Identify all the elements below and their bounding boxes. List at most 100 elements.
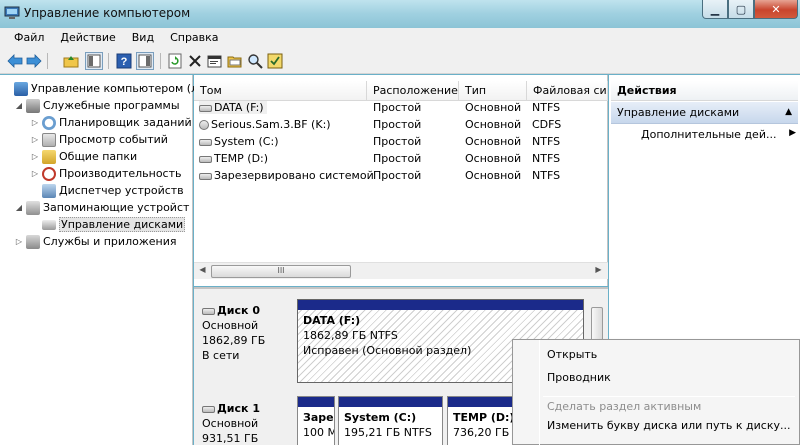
- menu-file[interactable]: Файл: [6, 28, 52, 48]
- close-button[interactable]: ✕: [754, 0, 798, 19]
- tree-node-event-viewer[interactable]: ▷ Просмотр событий: [30, 131, 168, 148]
- collapse-up-icon[interactable]: ▲: [785, 107, 792, 117]
- table-row[interactable]: TEMP (D:) Простой Основной NTFS: [194, 151, 608, 168]
- actions-section-disk-management[interactable]: Управление дисками ▲: [611, 102, 798, 124]
- open-button[interactable]: [226, 52, 244, 70]
- table-row[interactable]: DATA (F:) Простой Основной NTFS: [194, 100, 608, 117]
- menu-help[interactable]: Справка: [162, 28, 226, 48]
- show-hide-actions-button[interactable]: [136, 52, 154, 70]
- forward-button[interactable]: [25, 52, 43, 70]
- volume-list: Том Расположение Тип Файловая сис DATA (…: [194, 75, 608, 286]
- menu-item-change-drive-letter[interactable]: Изменить букву диска или путь к диску...: [547, 419, 790, 432]
- volume-name-cell: System (C:): [199, 135, 279, 148]
- disk-1-name-row: Диск 1: [202, 401, 286, 416]
- title-bar: Управление компьютером ▁ ▢ ✕: [0, 0, 800, 28]
- help-button[interactable]: ?: [115, 52, 133, 70]
- navigation-tree: Управление компьютером (л ◢ Служебные пр…: [0, 75, 198, 445]
- find-button[interactable]: [246, 52, 264, 70]
- tree-node-performance[interactable]: ▷ Производительность: [30, 165, 182, 182]
- toolbar-separator: [160, 53, 161, 69]
- partition-name: System (C:): [344, 411, 417, 424]
- tree-label-services: Службы и приложения: [43, 235, 177, 248]
- svg-text:?: ?: [121, 56, 128, 68]
- scroll-thumb[interactable]: III: [211, 265, 351, 278]
- show-hide-tree-button[interactable]: [85, 52, 103, 70]
- partition-bar: [298, 300, 583, 310]
- partition-reserved[interactable]: Заре 100 М: [297, 396, 335, 445]
- tree-node-device-manager[interactable]: Диспетчер устройств: [30, 182, 184, 199]
- menu-item-open[interactable]: Открыть: [547, 348, 597, 361]
- menu-bar: Файл Действие Вид Справка: [0, 28, 800, 48]
- shared-folder-icon: [42, 149, 56, 164]
- refresh-button[interactable]: [166, 52, 184, 70]
- maximize-button[interactable]: ▢: [728, 0, 754, 19]
- volume-filesystem: NTFS: [532, 152, 561, 165]
- clock-icon: [42, 115, 56, 130]
- computer-management-icon: [14, 81, 28, 96]
- volume-name-cell: TEMP (D:): [199, 152, 268, 165]
- minimize-button[interactable]: ▁: [702, 0, 728, 19]
- cd-drive-icon: [199, 120, 209, 130]
- disk-1-label[interactable]: Диск 1 Основной 931,51 ГБ: [194, 397, 294, 445]
- delete-icon: [189, 55, 201, 67]
- tree-node-disk-management[interactable]: Управление дисками: [30, 216, 186, 233]
- tree-node-root[interactable]: Управление компьютером (л: [2, 80, 198, 97]
- menu-view[interactable]: Вид: [124, 28, 162, 48]
- volume-filesystem: CDFS: [532, 118, 562, 131]
- drive-icon: [199, 155, 212, 163]
- up-level-button[interactable]: [62, 52, 80, 70]
- column-header-filesystem[interactable]: Файловая сис: [527, 81, 608, 101]
- volume-name-cell: DATA (F:): [199, 101, 267, 114]
- volume-type: Основной: [465, 135, 522, 148]
- drive-icon: [199, 172, 212, 180]
- tools-icon: [26, 98, 40, 113]
- partition-name: Заре: [303, 411, 334, 424]
- tree-node-shared-folders[interactable]: ▷ Общие папки: [30, 148, 137, 165]
- properties-button[interactable]: [206, 52, 224, 70]
- volume-type: Основной: [465, 101, 522, 114]
- volume-filesystem: NTFS: [532, 169, 561, 182]
- partition-size: 100 М: [303, 426, 334, 439]
- disk-1-type: Основной: [202, 417, 259, 430]
- column-header-volume[interactable]: Том: [194, 81, 367, 101]
- partition-system[interactable]: System (C:) 195,21 ГБ NTFS: [338, 396, 443, 445]
- tree-label-performance: Производительность: [59, 167, 182, 180]
- table-row[interactable]: Serious.Sam.3.BF (K:) Простой Основной C…: [194, 117, 608, 134]
- delete-button[interactable]: [186, 52, 204, 70]
- collapsed-arrow-icon: ▷: [31, 169, 39, 178]
- table-row[interactable]: Зарезервировано системой Простой Основно…: [194, 168, 608, 185]
- horizontal-scrollbar[interactable]: ◀ III ▶: [194, 262, 608, 279]
- scroll-left-arrow-icon[interactable]: ◀: [195, 265, 210, 278]
- disk-properties-button[interactable]: [266, 52, 284, 70]
- column-header-layout[interactable]: Расположение: [367, 81, 459, 101]
- maximize-icon: ▢: [735, 2, 747, 16]
- menu-action[interactable]: Действие: [52, 28, 123, 48]
- disk-0-size: 1862,89 ГБ: [202, 334, 266, 347]
- disk-0-label[interactable]: Диск 0 Основной 1862,89 ГБ В сети: [194, 299, 294, 379]
- disk-check-icon: [267, 53, 283, 69]
- disk-management-icon: [42, 219, 56, 230]
- back-button[interactable]: [6, 52, 24, 70]
- tree-label-system-tools: Служебные программы: [43, 99, 180, 112]
- disk-1-name: Диск 1: [217, 402, 260, 415]
- more-actions-item[interactable]: Дополнительные дей... ▶: [641, 128, 796, 141]
- volume-name: Зарезервировано системой: [214, 169, 374, 182]
- menu-separator: [543, 396, 795, 397]
- menu-item-explore[interactable]: Проводник: [547, 371, 611, 384]
- column-header-type[interactable]: Тип: [459, 81, 527, 101]
- tree-node-system-tools[interactable]: ◢ Служебные программы: [14, 97, 180, 114]
- refresh-icon: [168, 53, 182, 69]
- tree-node-task-scheduler[interactable]: ▷ Планировщик заданий: [30, 114, 192, 131]
- volume-type: Основной: [465, 152, 522, 165]
- actions-title: Действия: [611, 81, 798, 101]
- disk-icon: [202, 405, 215, 413]
- tree-label-disk-management: Управление дисками: [59, 217, 186, 232]
- collapsed-arrow-icon: ▷: [31, 135, 39, 144]
- tree-node-services[interactable]: ▷ Службы и приложения: [14, 233, 176, 250]
- tree-node-storage[interactable]: ◢ Запоминающие устройст: [14, 199, 189, 216]
- menu-item-mark-active[interactable]: Сделать раздел активным: [547, 400, 701, 413]
- scroll-right-arrow-icon[interactable]: ▶: [591, 265, 606, 278]
- table-row[interactable]: System (C:) Простой Основной NTFS: [194, 134, 608, 151]
- tree-label-task-scheduler: Планировщик заданий: [59, 116, 192, 129]
- minimize-icon: ▁: [710, 2, 720, 16]
